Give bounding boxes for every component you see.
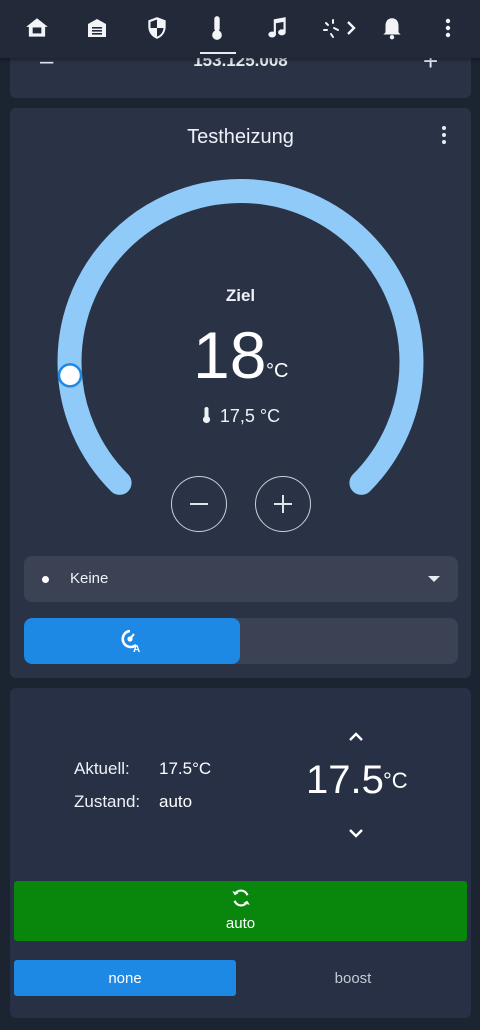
setpoint-unit: °C	[383, 768, 408, 793]
chevron-right-icon[interactable]	[336, 12, 366, 44]
auto-mode-label: auto	[225, 915, 256, 932]
target-unit: °C	[266, 360, 289, 382]
bell-icon[interactable]	[377, 12, 407, 44]
active-tab-indicator	[200, 52, 236, 54]
setpoint-value: 17.5	[306, 758, 384, 802]
shield-icon[interactable]	[142, 12, 172, 44]
target-temperature: 18	[193, 318, 267, 392]
preset-dropdown[interactable]: Keine	[24, 556, 458, 602]
thermostat-status-card: Aktuell: Zustand: 17.5°C auto 17.5 °C au…	[10, 688, 471, 1018]
chevron-down-icon[interactable]	[346, 826, 366, 840]
thermostat-card: Testheizung Ziel 18 °C 17,5 °C Keine A	[10, 108, 471, 678]
preset-none-button[interactable]: none	[14, 960, 236, 996]
preset-dot-icon	[42, 576, 49, 583]
current-value: 17.5°C	[159, 759, 212, 778]
current-temperature: 17,5 °C	[219, 406, 281, 426]
music-icon[interactable]	[262, 12, 292, 44]
auto-mode-button[interactable]: auto	[14, 881, 467, 941]
setpoint-handle[interactable]	[57, 363, 83, 388]
preset-selected-value: Keine	[70, 570, 109, 587]
more-vert-icon[interactable]	[433, 12, 463, 44]
current-temperature-row: 17,5 °C	[10, 406, 471, 427]
thermostat-title: Testheizung	[187, 126, 294, 148]
preset-boost-button[interactable]: boost	[242, 960, 464, 996]
current-label: Aktuell:	[74, 759, 130, 778]
thermostat-auto-icon: A	[121, 629, 140, 654]
thermometer-icon	[202, 407, 210, 424]
chevron-up-icon[interactable]	[346, 730, 366, 744]
decrease-temperature-button[interactable]	[171, 476, 227, 532]
card-menu-icon[interactable]	[434, 124, 454, 148]
sync-icon	[232, 889, 250, 907]
mode-auto-segment[interactable]: A	[24, 618, 240, 664]
svg-text:A: A	[133, 644, 140, 654]
increase-temperature-button[interactable]	[255, 476, 311, 532]
home-icon[interactable]	[22, 12, 52, 44]
target-label: Ziel	[225, 286, 256, 305]
garage-icon[interactable]	[82, 12, 112, 44]
thermometer-icon[interactable]	[202, 12, 232, 44]
state-value: auto	[159, 792, 193, 811]
hvac-mode-toggle[interactable]: A	[24, 618, 458, 664]
dropdown-arrow-icon	[428, 576, 440, 582]
top-navigation-bar	[0, 0, 480, 58]
info-labels: Aktuell: Zustand:	[74, 752, 140, 818]
info-values: 17.5°C auto	[159, 752, 211, 818]
state-label: Zustand:	[74, 792, 141, 811]
